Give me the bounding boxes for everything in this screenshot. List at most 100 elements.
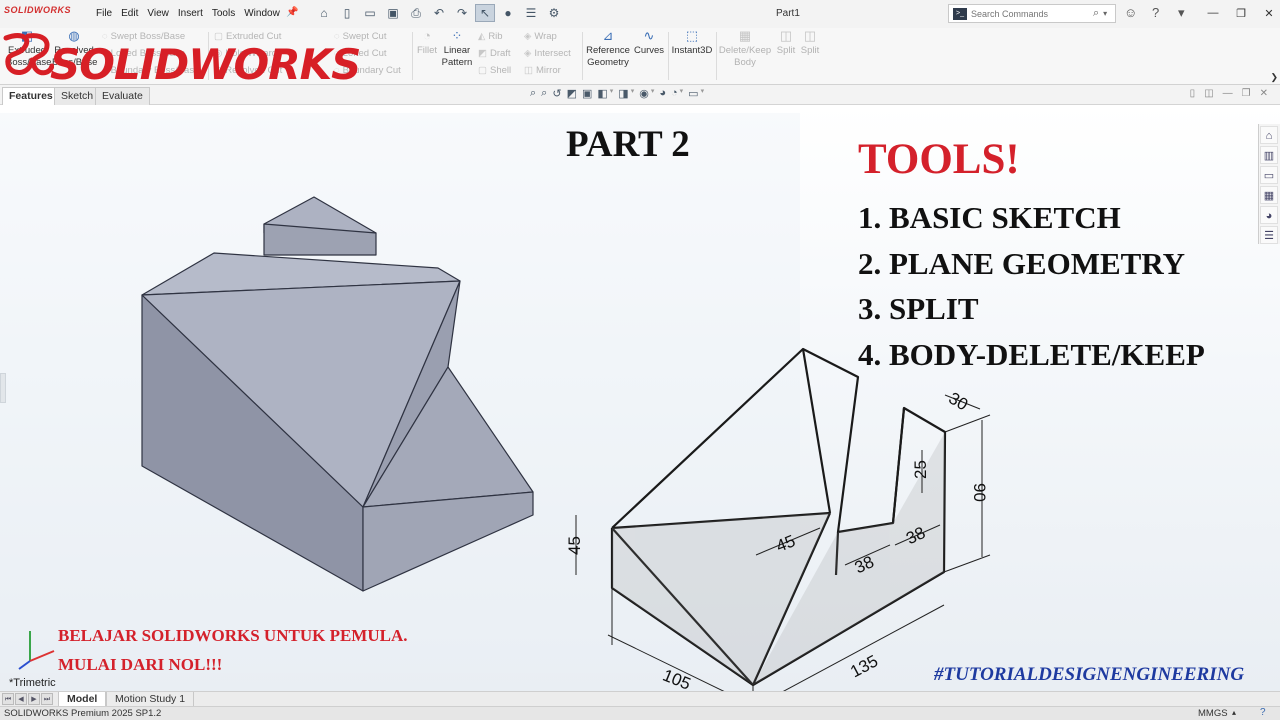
intersect-button[interactable]: ◈ Intersect — [524, 48, 571, 59]
undo-icon[interactable]: ↶ — [429, 4, 449, 22]
shell-button[interactable]: ▢ Shell — [478, 65, 511, 76]
lofted-cut-button[interactable]: ◌ Lofted Cut — [334, 48, 387, 59]
doc-restore-icon[interactable]: ❐ — [1242, 88, 1251, 99]
file-properties-icon[interactable]: ☰ — [521, 4, 541, 22]
search-commands-box[interactable]: >_ ⌕ ▾ — [948, 4, 1116, 23]
file-explorer-icon[interactable]: ▭ — [1260, 166, 1278, 184]
solidworks-brand-small[interactable]: SOLIDWORKS — [4, 5, 71, 15]
doc-close-icon[interactable]: ✕ — [1260, 88, 1268, 99]
boundary-cut-button[interactable]: ◌ Boundary Cut — [334, 65, 401, 76]
previous-view-icon[interactable]: ↺ — [552, 87, 561, 100]
document-title: Part1 — [776, 8, 800, 19]
menu-insert[interactable]: Insert — [178, 8, 203, 19]
swept-cut-button[interactable]: ◌ Swept Cut — [334, 31, 386, 42]
graphics-viewport[interactable]: 30 25 90 45 45 38 38 105 135 PART 2 TOOL… — [0, 105, 1280, 691]
units-selector[interactable]: MMGS — [1198, 708, 1228, 719]
lofted-boss-button[interactable]: ◌ Lofted Boss/Base — [102, 48, 185, 59]
rebuild-icon[interactable]: ● — [498, 4, 518, 22]
boundary-boss-button[interactable]: ◌ Boundary Boss/Base — [102, 65, 199, 76]
linear-pattern-button[interactable]: ⁘ Linear Pattern — [440, 28, 474, 69]
view-settings-icon[interactable]: ▭ — [688, 87, 698, 100]
pin-icon[interactable]: 📌 — [286, 7, 298, 18]
custom-properties-icon[interactable]: ☰ — [1260, 226, 1278, 244]
chevron-up-icon[interactable]: ▴ — [1232, 708, 1236, 717]
linear-pattern-icon: ⁘ — [451, 28, 463, 43]
bottom-tabs-bar: ⏮ ◀ ▶ ⏭ Model Motion Study 1 — [0, 691, 1280, 706]
reference-geometry-button[interactable]: ⊿ Reference Geometry — [585, 29, 631, 69]
tools-list-item: 4. BODY-DELETE/KEEP — [858, 336, 1205, 372]
close-icon[interactable]: ✕ — [1257, 4, 1280, 22]
curves-button[interactable]: ∿ Curves — [632, 29, 666, 57]
previous-tab-icon[interactable]: ◀ — [15, 693, 27, 705]
next-tab-icon[interactable]: ▶ — [28, 693, 40, 705]
extruded-cut-button[interactable]: ▢ Extruded Cut — [214, 31, 281, 42]
doc-minimize-icon[interactable]: — — [1223, 88, 1233, 99]
design-library-icon[interactable]: ▥ — [1260, 146, 1278, 164]
split-line-button[interactable]: ◫ Split — [798, 29, 822, 57]
split-button[interactable]: ◫ Split — [774, 29, 798, 57]
tools-list-item: 1. BASIC SKETCH — [858, 200, 1121, 235]
view-orientation-icon[interactable]: ◧ — [597, 87, 607, 100]
view-orientation-label: *Trimetric — [9, 677, 56, 689]
view-palette-icon[interactable]: ▦ — [1260, 186, 1278, 204]
cascade-icon[interactable]: ◫ — [1204, 88, 1213, 99]
redo-icon[interactable]: ↷ — [452, 4, 472, 22]
fillet-icon: ◔ — [423, 28, 431, 43]
delete-keep-body-button[interactable]: ▦ Delete/Keep Body — [718, 29, 772, 69]
draft-button[interactable]: ◩ Draft — [478, 48, 511, 59]
tab-motion-study-1[interactable]: Motion Study 1 — [106, 692, 195, 706]
chevron-right-icon[interactable]: ❯ — [1270, 72, 1278, 83]
tab-features[interactable]: Features — [2, 87, 60, 105]
help-icon[interactable]: ? — [1260, 707, 1266, 718]
zoom-to-fit-icon[interactable]: ⌕ — [530, 87, 536, 100]
quick-access-toolbar: ⌂ ▯ ▭ ▣ ⎙ ↶ ↷ ↖ ● ☰ ⚙ — [314, 4, 564, 22]
print-icon[interactable]: ⎙ — [406, 4, 426, 22]
revolved-boss-button[interactable]: ◍ Revolved Boss/Base — [52, 29, 97, 69]
extruded-boss-button[interactable]: ◧ Extruded Boss/Base — [6, 29, 51, 69]
menu-edit[interactable]: Edit — [121, 8, 138, 19]
instant3d-button[interactable]: ⬚ Instant3D — [670, 29, 714, 57]
save-icon[interactable]: ▣ — [383, 4, 403, 22]
options-gear-icon[interactable]: ⚙ — [544, 4, 564, 22]
edit-appearance-icon[interactable]: ◕ — [659, 87, 666, 100]
menu-window[interactable]: Window — [244, 8, 280, 19]
revolved-cut-button[interactable]: ◍ Revolved Cut — [214, 65, 282, 76]
wrap-button[interactable]: ◈ Wrap — [524, 31, 557, 42]
open-folder-icon[interactable]: ▭ — [360, 4, 380, 22]
minimize-icon[interactable]: — — [1201, 4, 1225, 22]
hole-wizard-button[interactable]: ◎ Hole Wizard — [214, 48, 277, 59]
help-icon[interactable]: ? — [1152, 5, 1159, 20]
fillet-button[interactable]: ◔ Fillet — [414, 28, 440, 57]
tile-icon[interactable]: ▯ — [1190, 88, 1196, 99]
new-document-icon[interactable]: ▯ — [337, 4, 357, 22]
dim-25: 25 — [911, 460, 930, 479]
hide-show-icon[interactable]: ◉ — [639, 87, 649, 100]
solidworks-resources-icon[interactable]: ⌂ — [1260, 126, 1278, 144]
zoom-to-area-icon[interactable]: ⌕ — [541, 87, 547, 100]
last-tab-icon[interactable]: ⏭ — [41, 693, 53, 705]
apply-scene-icon[interactable]: ◔ — [671, 87, 678, 100]
swept-boss-button[interactable]: ◌ Swept Boss/Base — [102, 31, 185, 42]
home-icon[interactable]: ⌂ — [314, 4, 334, 22]
search-input[interactable] — [971, 8, 1091, 19]
select-cursor-icon[interactable]: ↖ — [475, 4, 495, 22]
chevron-down-icon[interactable]: ▾ — [1103, 9, 1107, 18]
display-style-icon[interactable]: ◨ — [618, 87, 628, 100]
tab-sketch[interactable]: Sketch — [54, 87, 101, 105]
user-account-icon[interactable]: ☺ — [1124, 5, 1137, 20]
appearances-icon[interactable]: ◕ — [1260, 206, 1278, 224]
first-tab-icon[interactable]: ⏮ — [2, 693, 14, 705]
search-icon[interactable]: ⌕ — [1093, 7, 1099, 20]
restore-icon[interactable]: ❐ — [1229, 4, 1253, 22]
rib-button[interactable]: ◭ Rib — [478, 31, 503, 42]
tab-evaluate[interactable]: Evaluate — [95, 87, 150, 105]
menu-tools[interactable]: Tools — [212, 8, 235, 19]
part-title: PART 2 — [566, 124, 690, 165]
menu-file[interactable]: File — [96, 8, 112, 19]
menu-view[interactable]: View — [147, 8, 169, 19]
dropdown-arrow-icon[interactable]: ▾ — [1178, 5, 1185, 21]
section-view-icon[interactable]: ◩ — [567, 87, 577, 100]
dynamic-annotation-icon[interactable]: ▣ — [582, 87, 592, 100]
tab-model[interactable]: Model — [58, 692, 107, 706]
mirror-button[interactable]: ◫ Mirror — [524, 65, 561, 76]
